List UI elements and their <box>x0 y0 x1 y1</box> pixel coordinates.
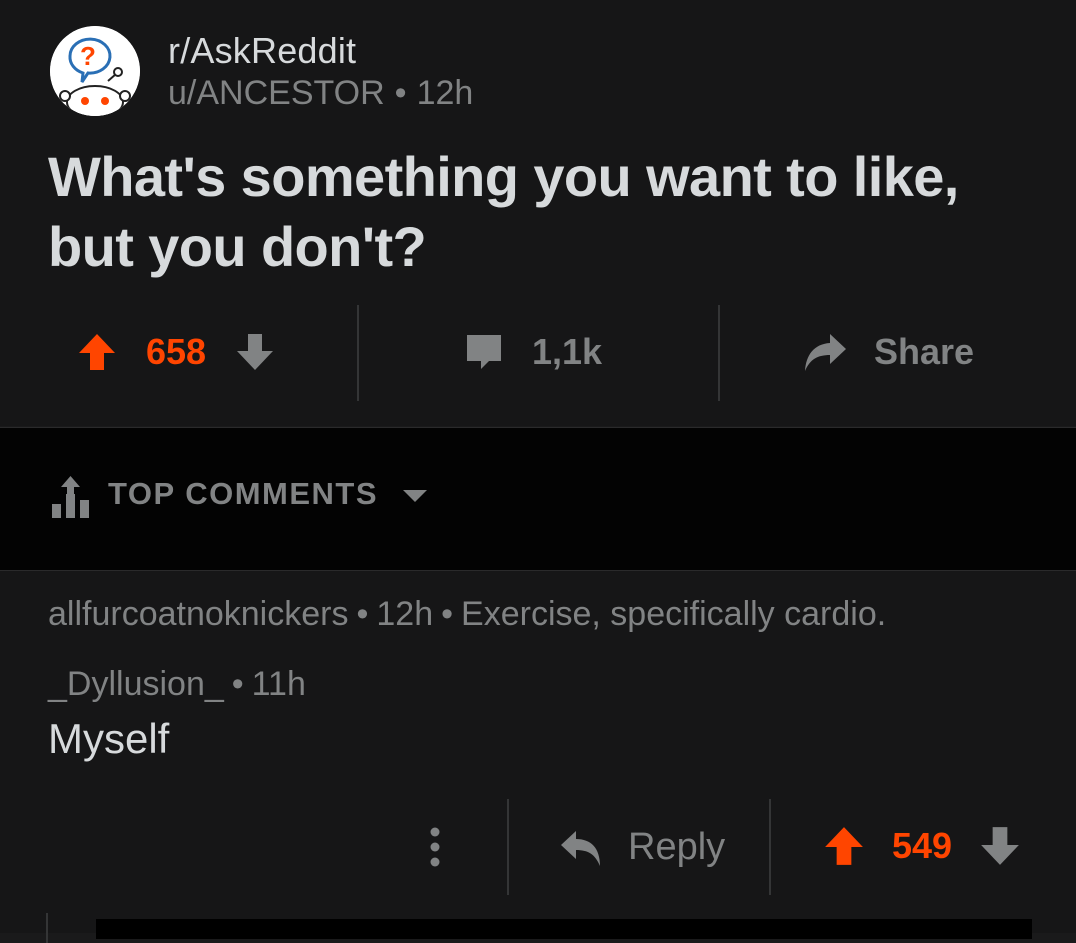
post-actions-bar: 658 1,1k Share <box>0 305 1076 401</box>
meta-separator: • <box>441 595 454 633</box>
action-divider <box>718 305 720 401</box>
post-card: ? r/AskReddit u/ANCESTOR • 12h What's some… <box>0 0 1076 426</box>
comment-meta: _Dyllusion_ • 11h <box>48 665 306 704</box>
comments-section: allfurcoatnoknickers • 12h • Exercise, speci… <box>0 571 1076 943</box>
post-author[interactable]: u/ANCESTOR <box>168 74 385 112</box>
post-age: 12h <box>416 74 474 112</box>
comment-vote-group: 549 <box>824 825 1020 867</box>
comment-score: 549 <box>892 825 953 866</box>
post-title[interactable]: What's something you want to like, but y… <box>48 142 1028 282</box>
action-divider <box>357 305 359 401</box>
downvote-arrow-icon[interactable] <box>236 332 274 372</box>
comments-button[interactable]: 1,1k <box>464 331 602 373</box>
share-arrow-icon <box>805 334 846 371</box>
next-comment-edge <box>96 919 1032 939</box>
comment-author[interactable]: allfurcoatnoknickers <box>48 595 348 633</box>
chevron-down-icon <box>403 489 428 502</box>
comment-author[interactable]: _Dyllusion_ <box>48 665 224 703</box>
subreddit-name[interactable]: r/AskReddit <box>168 30 356 72</box>
svg-text:?: ? <box>80 41 96 71</box>
reply-label: Reply <box>628 826 726 868</box>
comment-bubble-icon <box>467 335 501 369</box>
post-score: 658 <box>146 331 207 372</box>
meta-separator: • <box>356 595 369 633</box>
sort-label-text: TOP COMMENTS <box>108 476 379 511</box>
reply-button[interactable]: Reply <box>560 826 725 869</box>
thread-line[interactable] <box>46 913 48 943</box>
comment-age: 12h <box>376 595 434 633</box>
post-vote-group: 658 <box>78 331 274 373</box>
comment-sort-bar[interactable]: TOP COMMENTS <box>0 427 1076 572</box>
sort-bars-icon <box>52 476 89 518</box>
upvote-arrow-icon[interactable] <box>78 332 116 372</box>
collapsed-comment[interactable]: allfurcoatnoknickers • 12h • Exercise, speci… <box>48 595 886 634</box>
reply-arrow-icon <box>561 830 600 866</box>
sort-label[interactable]: TOP COMMENTS <box>108 476 428 512</box>
action-divider <box>507 799 509 895</box>
meta-separator: • <box>231 665 244 703</box>
post-meta: u/ANCESTOR • 12h <box>168 74 473 113</box>
comment-actions-bar: Reply 549 <box>0 799 1076 895</box>
comments-count: 1,1k <box>532 331 603 372</box>
askreddit-snoo-icon: ? <box>50 26 140 116</box>
share-label: Share <box>874 331 975 372</box>
meta-separator: • <box>394 74 407 112</box>
share-button[interactable]: Share <box>802 331 974 373</box>
downvote-arrow-icon[interactable] <box>980 825 1020 867</box>
comment-body: Myself <box>48 715 170 762</box>
upvote-arrow-icon[interactable] <box>824 825 864 867</box>
more-options-icon[interactable] <box>429 827 441 867</box>
action-divider <box>769 799 771 895</box>
subreddit-avatar[interactable]: ? <box>50 26 140 116</box>
comment-body: Exercise, specifically cardio. <box>461 595 887 633</box>
comment-age: 11h <box>251 665 306 703</box>
